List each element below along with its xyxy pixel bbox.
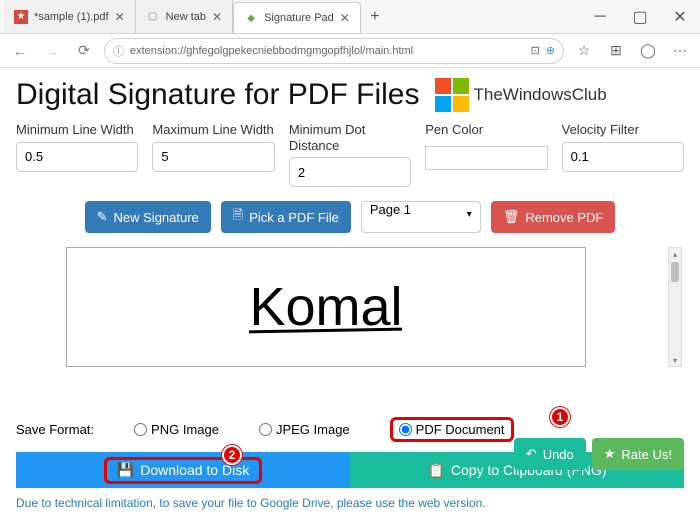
- footer-note: Due to technical limitation, to save you…: [16, 496, 684, 510]
- save-format-label: Save Format:: [16, 422, 94, 437]
- scroll-down-icon[interactable]: ▾: [669, 354, 681, 366]
- signature-canvas[interactable]: Komal: [66, 247, 586, 367]
- page-content: Digital Signature for PDF Files TheWindo…: [0, 68, 700, 520]
- min-dot-distance-control: Minimum Dot Distance: [289, 122, 411, 187]
- undo-button[interactable]: ↶ Undo: [514, 438, 586, 470]
- button-label: New Signature: [114, 210, 199, 225]
- clipboard-icon: 📋: [427, 462, 444, 479]
- edit-icon: ✎: [97, 209, 108, 225]
- chevron-down-icon: ▾: [467, 209, 472, 220]
- signature-canvas-wrap: Komal ▴ ▾: [16, 247, 684, 377]
- annotation-1: 1: [550, 407, 570, 427]
- undo-icon: ↶: [526, 446, 537, 462]
- tab-new-tab[interactable]: ▢ New tab ✕: [136, 0, 233, 33]
- menu-icon[interactable]: ⋯: [668, 39, 692, 63]
- url-field[interactable]: ⓘ extension://ghfegolgpekecniebbodmgmgop…: [104, 38, 564, 64]
- info-icon: ⓘ: [113, 43, 124, 59]
- field-label: Maximum Line Width: [152, 122, 274, 138]
- site-logo: TheWindowsClub: [435, 78, 606, 112]
- scroll-thumb[interactable]: [671, 262, 679, 282]
- file-icon: 🗎: [233, 206, 243, 228]
- back-button[interactable]: ←: [8, 39, 32, 63]
- field-label: Pen Color: [425, 122, 547, 138]
- tab-label: *sample (1).pdf: [34, 11, 109, 23]
- new-tab-button[interactable]: +: [361, 0, 389, 33]
- velocity-filter-input[interactable]: [562, 142, 684, 172]
- window-controls: ─ ▢ ✕: [580, 0, 700, 33]
- pen-color-control: Pen Color: [425, 122, 547, 187]
- button-label: Undo: [543, 447, 574, 462]
- min-line-width-input[interactable]: [16, 142, 138, 172]
- scrollbar-vertical[interactable]: ▴ ▾: [668, 247, 682, 367]
- rate-us-button[interactable]: ★ Rate Us!: [592, 438, 684, 470]
- refresh-button[interactable]: ⟳: [72, 39, 96, 63]
- tab-label: New tab: [166, 11, 206, 23]
- max-line-width-control: Maximum Line Width: [152, 122, 274, 187]
- close-icon[interactable]: ✕: [212, 10, 222, 24]
- annotation-2: 2: [222, 445, 242, 465]
- new-signature-button[interactable]: ✎ New Signature: [85, 201, 211, 233]
- close-icon[interactable]: ✕: [340, 11, 350, 25]
- logo-icon: [435, 78, 469, 112]
- tab-signature-pad[interactable]: ◆ Signature Pad ✕: [233, 2, 361, 33]
- max-line-width-input[interactable]: [152, 142, 274, 172]
- velocity-filter-control: Velocity Filter: [562, 122, 684, 187]
- close-window-button[interactable]: ✕: [660, 0, 700, 33]
- button-label: Rate Us!: [621, 447, 672, 462]
- field-label: Minimum Dot Distance: [289, 122, 411, 153]
- download-button[interactable]: 💾 Download to Disk: [16, 452, 350, 488]
- format-png-radio[interactable]: PNG Image: [134, 422, 219, 437]
- trash-icon: 🗑: [503, 209, 520, 225]
- page-select[interactable]: Page 1 ▾: [361, 201, 481, 233]
- logo-text: TheWindowsClub: [473, 85, 606, 105]
- pdf-icon: ★: [14, 10, 28, 24]
- remove-pdf-button[interactable]: 🗑 Remove PDF: [491, 201, 616, 233]
- close-icon[interactable]: ✕: [115, 10, 125, 24]
- title-bar: ★ *sample (1).pdf ✕ ▢ New tab ✕ ◆ Signat…: [0, 0, 700, 34]
- extension-icon: ◆: [244, 11, 258, 25]
- pick-pdf-button[interactable]: 🗎 Pick a PDF File: [221, 201, 351, 233]
- collections-icon[interactable]: ⊞: [604, 39, 628, 63]
- forward-button[interactable]: →: [40, 39, 64, 63]
- field-label: Minimum Line Width: [16, 122, 138, 138]
- browser-tabs: ★ *sample (1).pdf ✕ ▢ New tab ✕ ◆ Signat…: [0, 0, 580, 33]
- tab-label: Signature Pad: [264, 12, 334, 24]
- pen-color-input[interactable]: [425, 146, 547, 170]
- button-label: Pick a PDF File: [249, 210, 339, 225]
- min-line-width-control: Minimum Line Width: [16, 122, 138, 187]
- format-jpeg-radio[interactable]: JPEG Image: [259, 422, 350, 437]
- minimize-button[interactable]: ─: [580, 0, 620, 33]
- save-icon: 💾: [117, 462, 134, 479]
- profile-icon[interactable]: ◯: [636, 39, 660, 63]
- select-value: Page 1: [370, 202, 411, 217]
- maximize-button[interactable]: ▢: [620, 0, 660, 33]
- page-title: Digital Signature for PDF Files: [16, 78, 419, 112]
- reader-icon[interactable]: ⊡: [531, 44, 540, 57]
- favorites-icon[interactable]: ☆: [572, 39, 596, 63]
- field-label: Velocity Filter: [562, 122, 684, 138]
- star-icon: ★: [604, 446, 616, 462]
- tab-sample-pdf[interactable]: ★ *sample (1).pdf ✕: [4, 0, 136, 33]
- button-label: Remove PDF: [525, 210, 603, 225]
- signature-drawing: Komal: [249, 276, 402, 338]
- min-dot-distance-input[interactable]: [289, 157, 411, 187]
- url-text: extension://ghfegolgpekecniebbodmgmgopfh…: [130, 45, 413, 57]
- page-icon: ▢: [146, 10, 160, 24]
- scroll-up-icon[interactable]: ▴: [669, 248, 681, 260]
- address-bar: ← → ⟳ ⓘ extension://ghfegolgpekecniebbod…: [0, 34, 700, 68]
- format-pdf-radio[interactable]: PDF Document: [390, 417, 514, 442]
- translate-icon[interactable]: ⊕: [546, 44, 555, 57]
